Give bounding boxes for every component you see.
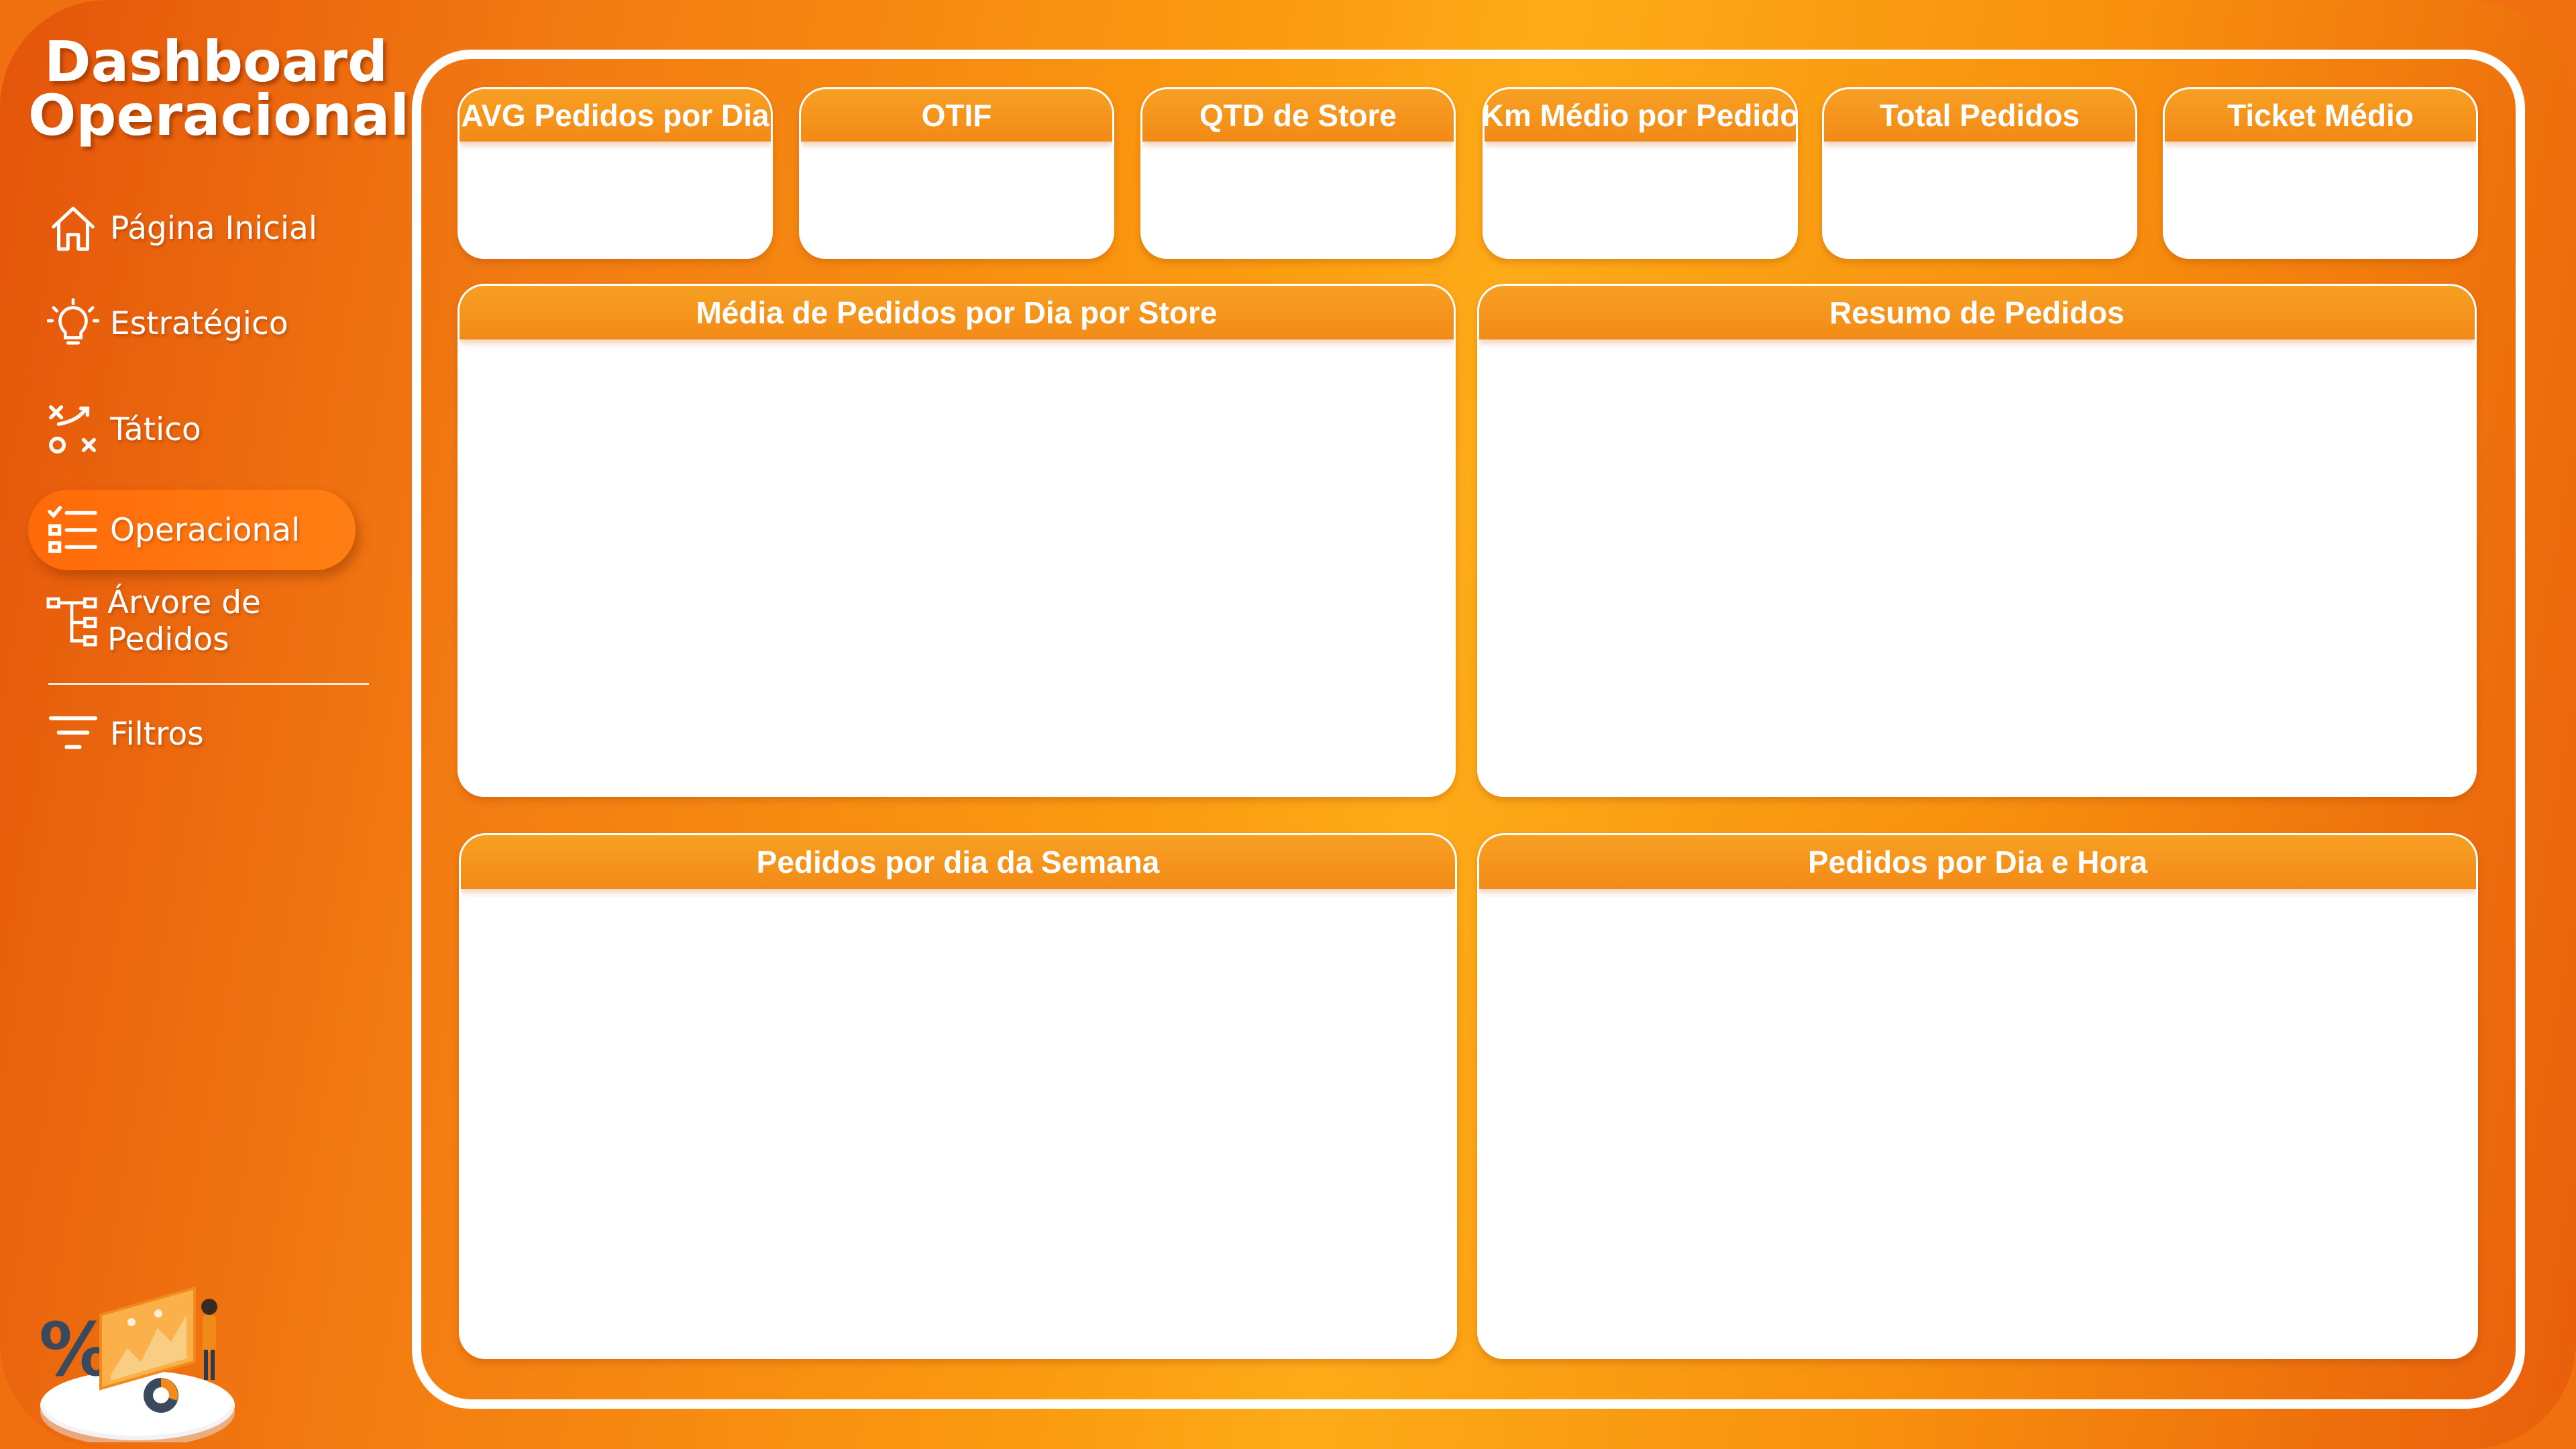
app-title-line1: Dashboard: [44, 29, 388, 95]
kpi-card-qtd-de-store[interactable]: QTD de Store: [1140, 87, 1456, 259]
kpi-card-title: Km Médio por Pedido: [1485, 89, 1796, 142]
chart-card-body: [1479, 889, 2476, 1357]
app-title: Dashboard Operacional: [28, 29, 410, 148]
kpi-card-km-medio-por-pedido[interactable]: Km Médio por Pedido: [1483, 87, 1798, 259]
nav-item-label: Estratégico: [110, 305, 288, 342]
dashboard-illustration: %: [27, 1275, 248, 1447]
kpi-card-otif[interactable]: OTIF: [799, 87, 1114, 259]
chart-card-body: [461, 889, 1455, 1357]
chart-card-title: Resumo de Pedidos: [1479, 286, 2475, 339]
tactics-icon: [46, 402, 101, 457]
kpi-card-ticket-medio[interactable]: Ticket Médio: [2163, 87, 2478, 259]
chart-card-title: Média de Pedidos por Dia por Store: [460, 286, 1454, 339]
kpi-card-body: [1485, 142, 1796, 257]
home-icon: [46, 201, 101, 256]
kpi-card-body: [1142, 142, 1454, 257]
nav-item-label: Filtros: [110, 715, 204, 753]
kpi-card-body: [2165, 142, 2476, 257]
chart-card-media-pedidos-por-dia-por-store[interactable]: Média de Pedidos por Dia por Store: [458, 284, 1456, 797]
kpi-card-avg-pedidos-por-dia[interactable]: AVG Pedidos por Dia: [458, 87, 773, 259]
app-title-line2: Operacional: [28, 83, 410, 148]
kpi-card-title: Total Pedidos: [1824, 89, 2135, 142]
kpi-card-title: AVG Pedidos por Dia: [460, 89, 771, 142]
tree-icon: [46, 594, 98, 649]
chart-card-body: [1479, 339, 2475, 795]
nav-item-pagina-inicial[interactable]: Página Inicial: [28, 188, 356, 268]
app-frame: Dashboard Operacional Página Inicial Est…: [0, 0, 2576, 1449]
kpi-card-total-pedidos[interactable]: Total Pedidos: [1822, 87, 2137, 259]
chart-card-pedidos-por-dia-e-hora[interactable]: Pedidos por Dia e Hora: [1477, 833, 2478, 1359]
kpi-card-title: QTD de Store: [1142, 89, 1454, 142]
nav-item-label: Tático: [110, 411, 201, 448]
checklist-icon: [46, 502, 101, 557]
kpi-card-title: Ticket Médio: [2165, 89, 2476, 142]
nav-item-tatico[interactable]: Tático: [28, 389, 356, 470]
chart-card-body: [460, 339, 1454, 795]
chart-card-title: Pedidos por Dia e Hora: [1479, 835, 2476, 889]
nav-divider: [48, 683, 369, 685]
nav-item-arvore-de-pedidos[interactable]: Árvore de Pedidos: [28, 581, 356, 661]
chart-card-pedidos-por-dia-da-semana[interactable]: Pedidos por dia da Semana: [459, 833, 1457, 1359]
chart-card-resumo-de-pedidos[interactable]: Resumo de Pedidos: [1477, 284, 2477, 797]
lightbulb-icon: [46, 296, 101, 351]
nav-item-label: Página Inicial: [110, 209, 317, 247]
filter-icon: [46, 706, 101, 761]
kpi-card-body: [460, 142, 771, 257]
nav-item-estrategico[interactable]: Estratégico: [28, 283, 356, 364]
chart-card-title: Pedidos por dia da Semana: [461, 835, 1455, 889]
kpi-card-body: [801, 142, 1112, 257]
kpi-card-title: OTIF: [801, 89, 1112, 142]
kpi-card-body: [1824, 142, 2135, 257]
nav-item-operacional[interactable]: Operacional: [28, 490, 356, 570]
nav-item-filtros[interactable]: Filtros: [28, 694, 356, 774]
nav-item-label: Operacional: [110, 511, 301, 549]
nav-item-label: Árvore de Pedidos: [107, 584, 261, 658]
